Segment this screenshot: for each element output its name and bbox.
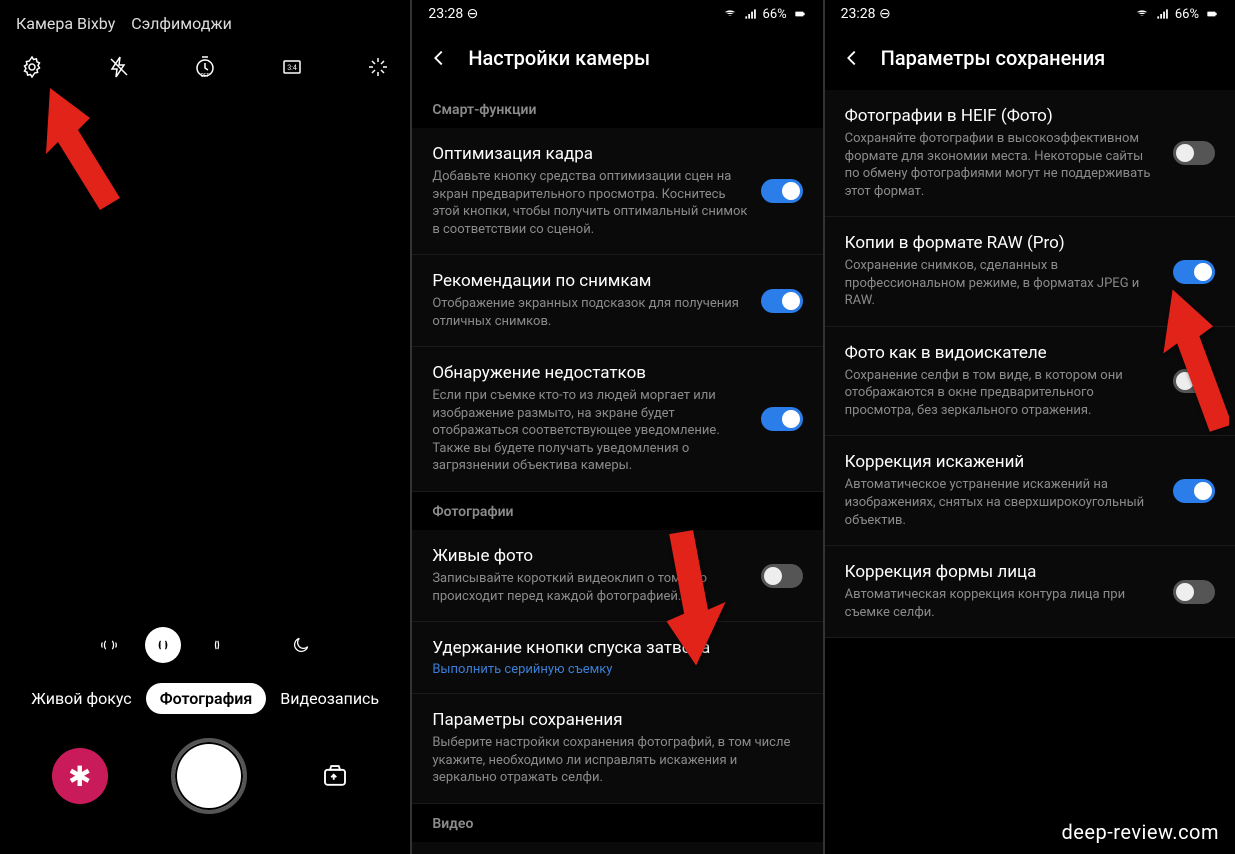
item-title: Оптимизация кадра [432,144,748,164]
zoom-tele-icon[interactable] [199,627,235,663]
timer-off-icon[interactable]: OFF [191,53,219,81]
status-right: 66% [1135,7,1219,22]
toggle[interactable] [761,289,803,313]
settings-title: Настройки камеры [468,46,650,70]
settings-header: Настройки камеры [412,28,822,90]
gallery-thumb[interactable]: ✱ [52,748,108,804]
night-mode-icon[interactable] [283,627,319,663]
item-desc: Сохранение снимков, сделанных в професси… [845,257,1161,310]
status-bar: 23:28 ⊖ 66% [412,0,822,28]
aspect-ratio-icon[interactable]: 3:4 [278,53,306,81]
wifi-icon [723,7,737,21]
selfiemoji-label[interactable]: Сэлфимоджи [131,14,232,33]
item-title: Фотографии в HEIF (Фото) [845,106,1161,126]
toggle[interactable] [761,179,803,203]
toggle[interactable] [1173,141,1215,165]
item-title: Рекомендации по снимкам [432,271,748,291]
item-title: Коррекция искажений [845,452,1161,472]
item-save-options[interactable]: Параметры сохранения Выберите настройки … [412,694,822,804]
annotation-arrow-2 [642,515,772,689]
battery-icon [793,7,807,21]
item-desc: Автоматическая коррекция контура лица пр… [845,586,1161,621]
status-right: 66% [723,7,807,22]
bixby-label[interactable]: Камера Bixby [16,14,115,33]
shutter-row: ✱ [0,728,410,854]
item-shot-suggestions[interactable]: Рекомендации по снимкам Отображение экра… [412,255,822,347]
toggle[interactable] [761,407,803,431]
item-title: Параметры сохранения [432,710,802,730]
mode-live-focus[interactable]: Живой фокус [31,689,131,708]
item-desc: Сохранение селфи в том виде, в котором о… [845,367,1161,420]
annotation-arrow-3 [1129,280,1229,454]
save-options-header: Параметры сохранения [825,28,1235,90]
switch-camera-icon[interactable] [311,752,359,800]
svg-text:3:4: 3:4 [287,64,297,72]
mode-photo[interactable]: Фотография [146,683,267,714]
toggle[interactable] [1173,479,1215,503]
item-shape-correction[interactable]: Коррекция формы лица Автоматическая корр… [825,546,1235,638]
item-flaw-detection[interactable]: Обнаружение недостатков Если при съемке … [412,347,822,492]
item-desc: Сохраняйте фотографии в высокоэффективно… [845,130,1161,200]
battery-icon [1205,7,1219,21]
flash-off-icon[interactable] [105,53,133,81]
item-desc: Выберите настройки сохранения фотографий… [432,734,802,787]
mode-video[interactable]: Видеозапись [280,689,379,708]
gear-icon[interactable] [18,53,46,81]
item-title: Коррекция формы лица [845,562,1161,582]
status-time: 23:28 ⊖ [428,6,478,22]
item-desc: Если при съемке кто-то из людей моргает … [432,387,748,475]
item-scene-optimizer[interactable]: Оптимизация кадра Добавьте кнопку средст… [412,128,822,255]
shutter-button[interactable] [171,738,247,814]
zoom-wide-icon[interactable] [145,627,181,663]
watermark: deep-review.com [1062,820,1219,844]
status-time: 23:28 ⊖ [841,6,891,22]
back-icon[interactable] [841,47,863,69]
effects-icon[interactable] [364,53,392,81]
camera-screen: Камера Bixby Сэлфимоджи OFF 3:4 [0,0,410,854]
item-desc: Отображение экранных подсказок для получ… [432,295,748,330]
item-title: Копии в формате RAW (Pro) [845,233,1161,253]
section-video: Видео [412,804,822,842]
item-video-size-rear[interactable]: Размер видео (основная камера) 16:9 FHD … [412,842,822,854]
back-icon[interactable] [428,47,450,69]
settings-screen: 23:28 ⊖ 66% Настройки камеры Смарт-функц… [412,0,822,854]
item-desc: Автоматическое устранение искажений на и… [845,476,1161,529]
mode-selector[interactable]: Живой фокус Фотография Видеозапись [0,675,410,728]
item-title: Обнаружение недостатков [432,363,748,383]
zoom-row [0,615,410,675]
item-desc: Добавьте кнопку средства оптимизации сце… [432,168,748,238]
signal-icon [743,7,757,21]
status-bar: 23:28 ⊖ 66% [825,0,1235,28]
toggle[interactable] [1173,580,1215,604]
signal-icon [1155,7,1169,21]
save-options-screen: 23:28 ⊖ 66% Параметры сохранения Фотогра… [825,0,1235,854]
camera-top-labels: Камера Bixby Сэлфимоджи [0,0,410,39]
zoom-ultrawide-icon[interactable] [91,627,127,663]
annotation-arrow-1 [30,78,140,242]
item-heif[interactable]: Фотографии в HEIF (Фото) Сохраняйте фото… [825,90,1235,217]
section-smart: Смарт-функции [412,90,822,128]
wifi-icon [1135,7,1149,21]
svg-text:OFF: OFF [201,73,210,79]
item-title: Фото как в видоискателе [845,343,1161,363]
save-options-title: Параметры сохранения [881,46,1106,70]
